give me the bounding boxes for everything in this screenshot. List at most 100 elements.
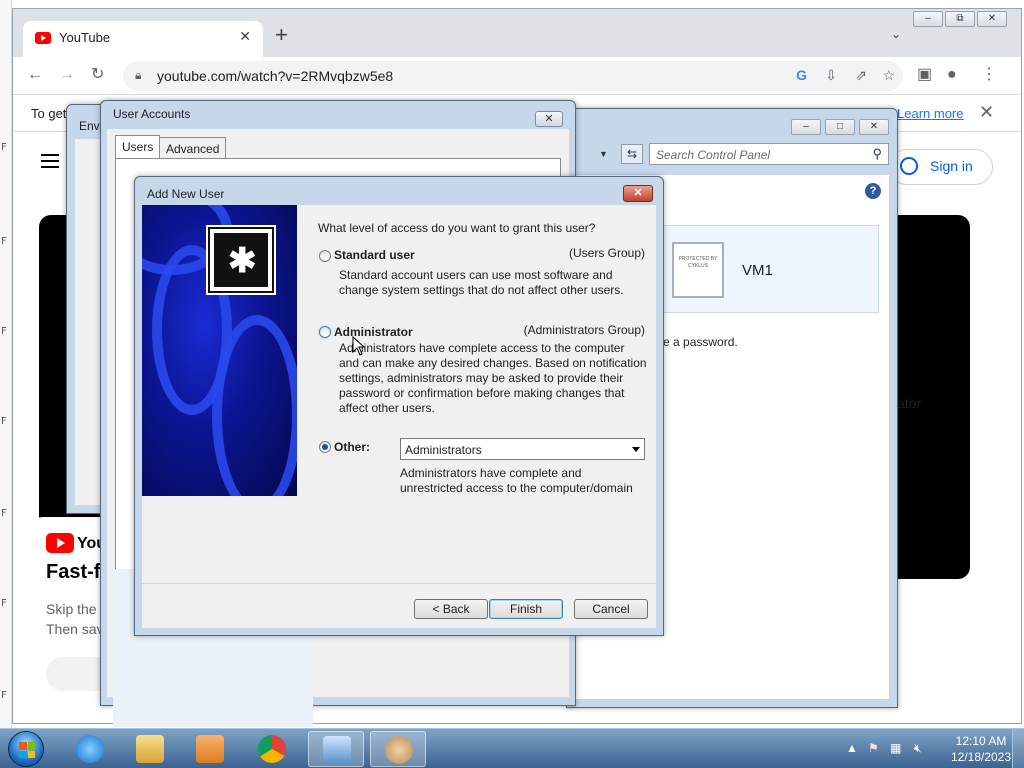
profile-icon[interactable]: ● <box>947 65 957 85</box>
reload-icon[interactable]: ↻ <box>91 65 104 85</box>
chrome-icon <box>258 735 286 763</box>
clock-date: 12/18/2023 <box>950 750 1012 764</box>
role-text: ator <box>897 395 922 411</box>
clock-time: 12:10 AM <box>955 734 1007 748</box>
tab-users[interactable]: Users <box>115 135 161 159</box>
bookmark-star-icon[interactable]: ☆ <box>882 67 895 84</box>
account-picture: PROTECTED BY CYKLUS <box>672 242 724 298</box>
tab-youtube[interactable]: YouTube ✕ <box>23 21 263 57</box>
administrator-desc-3: settings, administrators may be asked to… <box>339 371 624 385</box>
account-name: VM1 <box>742 262 773 279</box>
add-new-user-dialog: Add New User ✕ ✱ What level of access do… <box>134 176 664 636</box>
cp-close-button[interactable]: ✕ <box>859 119 889 135</box>
administrators-group-label: (Administrators Group) <box>523 323 645 337</box>
users-group-label: (Users Group) <box>568 246 645 260</box>
administrator-radio[interactable] <box>319 326 331 338</box>
promo-title: Fast-f <box>46 561 101 583</box>
standard-user-desc-1: Standard account users can use most soft… <box>339 268 613 282</box>
show-hidden-icons-icon[interactable]: ▲ <box>846 741 858 755</box>
standard-user-label[interactable]: Standard user <box>334 248 415 262</box>
minimize-button[interactable]: – <box>913 11 943 27</box>
back-button[interactable]: < Back <box>414 599 488 619</box>
other-desc-1: Administrators have complete and <box>400 466 582 480</box>
sign-in-label: Sign in <box>930 158 973 174</box>
cp-maximize-button[interactable]: □ <box>825 119 855 135</box>
search-icon[interactable]: ⚲ <box>872 146 882 162</box>
action-center-icon[interactable]: ⚑ <box>868 741 879 755</box>
taskbar-chrome[interactable] <box>244 731 300 767</box>
user-account-tile[interactable]: PROTECTED BY CYKLUS VM1 <box>655 225 879 313</box>
finish-button[interactable]: Finish <box>489 599 563 619</box>
learn-more-link[interactable]: Learn more <box>897 106 963 121</box>
google-icon[interactable]: G <box>796 67 807 83</box>
volume-muted-icon[interactable]: 🔇︎ <box>914 741 922 756</box>
user-accounts-title: User Accounts <box>113 107 191 121</box>
cp-window-controls: – □ ✕ <box>791 119 889 135</box>
cancel-button[interactable]: Cancel <box>574 599 648 619</box>
standard-user-desc-2: change system settings that do not affec… <box>339 283 624 297</box>
show-desktop-button[interactable] <box>1012 729 1024 768</box>
sign-in-button[interactable]: Sign in <box>889 149 993 185</box>
youtube-logo-icon <box>46 533 74 553</box>
promo-line-1: Skip the <box>46 601 97 617</box>
taskbar-internet-explorer[interactable] <box>62 731 118 767</box>
hamburger-menu-icon[interactable] <box>41 154 59 168</box>
share-icon[interactable]: ⇗ <box>855 67 867 84</box>
tab-close-icon[interactable]: ✕ <box>239 28 251 45</box>
group-select[interactable]: Administrators <box>400 438 645 460</box>
chrome-tab-bar: YouTube ✕ + ⌄ – ⧉ ✕ <box>13 9 1021 57</box>
administrator-desc-1: Administrators have complete access to t… <box>339 341 625 355</box>
search-control-panel-input[interactable]: Search Control Panel ⚲ <box>649 143 889 165</box>
refresh-icon[interactable]: ⇆ <box>621 144 643 164</box>
side-panel-icon[interactable]: ▣ <box>917 65 932 85</box>
clock[interactable]: 12:10 AM 12/18/2023 <box>946 733 1016 765</box>
taskbar-user-accounts[interactable] <box>370 731 426 767</box>
desktop-edge: FFF FFFF <box>0 0 12 728</box>
start-button[interactable] <box>8 731 44 767</box>
taskbar-media-player[interactable] <box>182 731 238 767</box>
administrator-label[interactable]: Administrator <box>334 325 413 339</box>
dialog-body: ✱ What level of access do you want to gr… <box>142 205 656 628</box>
wizard-banner-image: ✱ <box>142 205 297 496</box>
user-icon <box>900 157 918 175</box>
windows-logo-icon <box>19 742 35 758</box>
env-window-title: Env <box>79 119 100 133</box>
maximize-button[interactable]: ⧉ <box>945 11 975 27</box>
lock-icon: 🔒︎ <box>135 68 142 82</box>
install-icon[interactable]: ⇩ <box>825 67 837 84</box>
chrome-toolbar: ← → ↻ 🔒︎ youtube.com/watch?v=2RMvqbzw5e8… <box>13 57 1021 95</box>
other-radio[interactable] <box>319 441 331 453</box>
help-icon[interactable]: ? <box>865 183 881 199</box>
close-button[interactable]: ✕ <box>977 11 1007 27</box>
folder-icon <box>136 735 164 763</box>
ua-close-button[interactable]: ✕ <box>535 111 563 127</box>
address-bar[interactable]: 🔒︎ youtube.com/watch?v=2RMvqbzw5e8 G ⇩ ⇗… <box>123 61 903 91</box>
standard-user-radio[interactable] <box>319 250 331 262</box>
chrome-menu-icon[interactable]: ⋮ <box>981 65 997 85</box>
back-icon[interactable]: ← <box>27 65 43 85</box>
taskbar-control-panel[interactable] <box>308 731 364 767</box>
media-player-icon <box>196 735 224 763</box>
taskbar-explorer[interactable] <box>122 731 178 767</box>
chevron-down-icon <box>632 447 640 452</box>
access-prompt: What level of access do you want to gran… <box>318 221 596 235</box>
dialog-close-button[interactable]: ✕ <box>623 185 653 202</box>
new-tab-button[interactable]: + <box>275 23 288 47</box>
banner-shape <box>212 315 297 496</box>
address-dropdown-icon[interactable]: ▼ <box>599 149 608 159</box>
account-pic-caption: PROTECTED BY CYKLUS <box>678 256 718 269</box>
search-placeholder: Search Control Panel <box>656 148 771 162</box>
other-label[interactable]: Other: <box>334 440 370 454</box>
tab-advanced[interactable]: Advanced <box>159 137 227 159</box>
forward-icon[interactable]: → <box>59 65 75 85</box>
chrome-window-controls: – ⧉ ✕ <box>913 11 1007 27</box>
administrator-desc-4: password or confirmation before making c… <box>339 386 625 400</box>
cp-minimize-button[interactable]: – <box>791 119 821 135</box>
system-tray: ▲ ⚑ ▦ 🔇︎ 12:10 AM 12/18/2023 <box>834 729 1024 768</box>
network-icon[interactable]: ▦ <box>890 741 901 755</box>
promo-line-2: Then sav <box>46 621 104 637</box>
tab-search-icon[interactable]: ⌄ <box>891 27 901 41</box>
infobar-close-icon[interactable]: ✕ <box>979 102 994 123</box>
youtube-favicon-icon <box>35 32 51 44</box>
tab-title: YouTube <box>59 30 111 45</box>
